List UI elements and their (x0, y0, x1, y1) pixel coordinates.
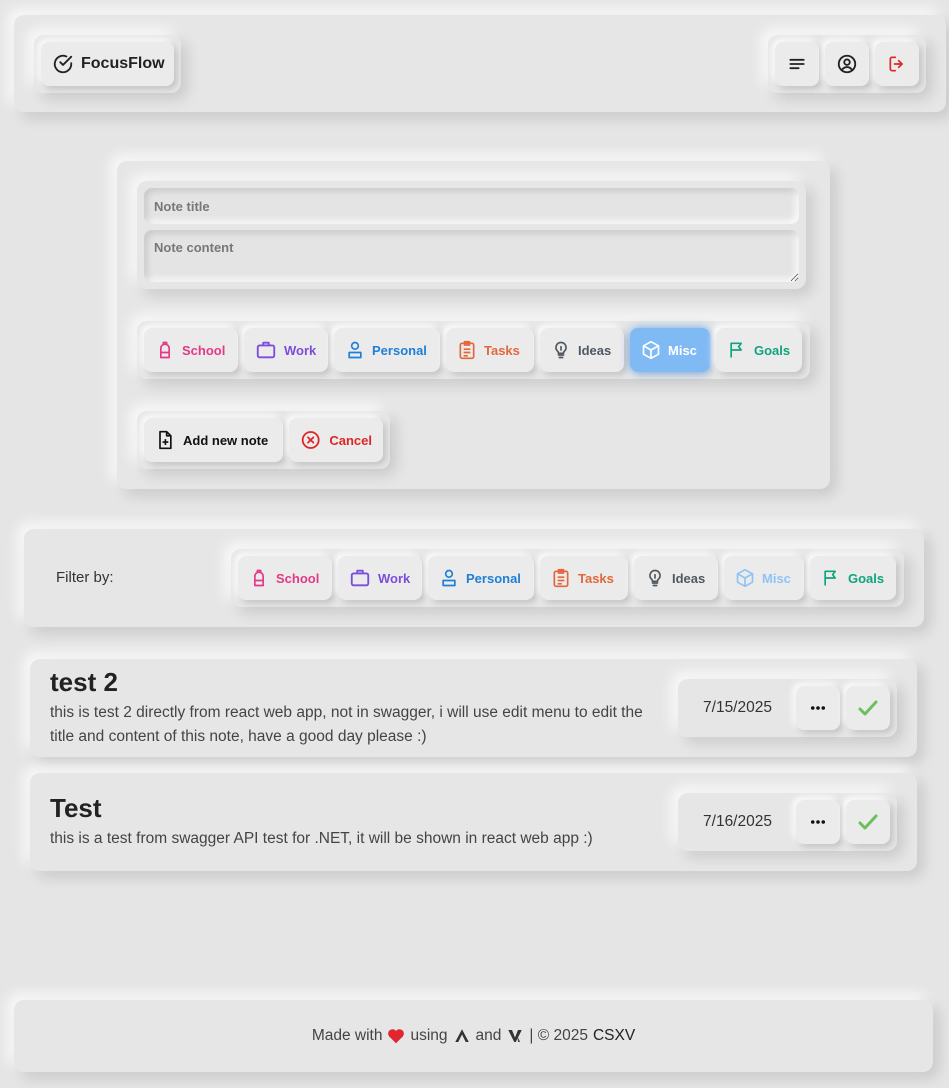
category-tasks-button[interactable]: Tasks (446, 328, 534, 372)
cancel-label: Cancel (329, 432, 372, 448)
backpack-icon (254, 569, 264, 587)
briefcase-icon (256, 341, 276, 359)
note-title: Test (50, 793, 102, 823)
check-icon (858, 814, 878, 830)
note-title-input[interactable] (144, 188, 799, 224)
note-more-button[interactable] (796, 686, 840, 730)
filter-label-text: Ideas (672, 570, 706, 586)
note-fields (137, 181, 806, 289)
flag-icon (730, 342, 742, 358)
filter-label-text: Work (378, 570, 411, 586)
lightbulb-icon (555, 341, 567, 359)
filter-label-text: School (276, 570, 320, 586)
cube-icon (642, 340, 660, 360)
profile-button[interactable] (825, 42, 869, 86)
menu-icon (789, 58, 805, 70)
footer-author-link[interactable]: CSXV (593, 1027, 635, 1045)
clipboard-icon (459, 340, 475, 360)
briefcase-icon (350, 569, 370, 587)
note-content: this is test 2 directly from react web a… (50, 704, 643, 745)
category-school-button[interactable]: School (144, 328, 238, 372)
category-selector: School Work Personal Tasks Ideas Misc Go… (137, 321, 810, 379)
vite-logo-icon[interactable] (506, 1027, 524, 1045)
filter-work-button[interactable]: Work (338, 556, 422, 600)
lightbulb-icon (649, 569, 661, 587)
note-more-button[interactable] (796, 800, 840, 844)
react-logo-icon[interactable] (453, 1027, 471, 1045)
cube-icon (736, 568, 754, 588)
category-goals-button[interactable]: Goals (716, 328, 802, 372)
nav-actions (768, 35, 926, 93)
filter-misc-button[interactable]: Misc (724, 556, 804, 600)
filter-school-button[interactable]: School (238, 556, 332, 600)
cancel-button[interactable]: Cancel (289, 418, 383, 462)
filter-goals-button[interactable]: Goals (810, 556, 896, 600)
category-misc-button[interactable]: Misc (630, 328, 710, 372)
footer-and: and (475, 1027, 502, 1044)
note-complete-button[interactable] (846, 686, 890, 730)
category-label: School (182, 342, 226, 358)
filter-label-text: Goals (848, 570, 885, 586)
logout-button[interactable] (875, 42, 919, 86)
filter-label-text: Personal (466, 570, 521, 586)
note-content-input[interactable] (144, 230, 799, 282)
footer-using: using (410, 1027, 448, 1044)
filter-label: Filter by: (56, 569, 114, 586)
category-label: Goals (754, 342, 791, 358)
filter-ideas-button[interactable]: Ideas (634, 556, 718, 600)
more-horizontal-icon (810, 820, 826, 824)
footer-copyright: | © 2025 (529, 1027, 588, 1044)
check-icon (858, 700, 878, 716)
heart-icon (388, 1029, 405, 1044)
note-date: 7/16/2025 (703, 813, 772, 830)
logout-icon (889, 56, 903, 72)
menu-button[interactable] (775, 42, 819, 86)
note-card: test 2 this is test 2 directly from reac… (30, 659, 917, 757)
note-title: test 2 (50, 667, 118, 697)
filter-label-text: Tasks (578, 570, 614, 586)
file-plus-icon (159, 430, 172, 450)
note-actions: Add new note Cancel (137, 411, 390, 469)
category-label: Work (284, 342, 317, 358)
note-content: this is a test from swagger API test for… (50, 830, 593, 847)
note-card: Test this is a test from swagger API tes… (30, 773, 917, 871)
backpack-icon (160, 341, 170, 359)
note-complete-button[interactable] (846, 800, 890, 844)
category-label: Tasks (484, 342, 520, 358)
flag-icon (824, 570, 836, 586)
brand-container: FocusFlow (34, 35, 181, 93)
footer-made-with: Made with (311, 1027, 383, 1044)
filter-label-text: Misc (762, 570, 791, 586)
check-circle-icon (53, 54, 73, 74)
note-editor: School Work Personal Tasks Ideas Misc Go… (117, 161, 830, 489)
category-personal-button[interactable]: Personal (334, 328, 440, 372)
note-meta: 7/15/2025 (678, 679, 897, 737)
close-circle-icon (301, 431, 320, 449)
category-label: Ideas (578, 342, 612, 358)
person-icon (348, 341, 362, 359)
person-icon (442, 569, 456, 587)
note-meta: 7/16/2025 (678, 793, 897, 851)
brand-name: FocusFlow (81, 55, 165, 72)
category-label: Personal (372, 342, 427, 358)
add-note-label: Add new note (183, 432, 269, 448)
filter-personal-button[interactable]: Personal (428, 556, 534, 600)
brand-logo-button[interactable]: FocusFlow (41, 42, 174, 86)
footer: Made with using and | © 2025 CSXV (14, 1000, 933, 1072)
category-label: Misc (668, 342, 697, 358)
filter-categories: School Work Personal Tasks Ideas Misc Go… (231, 549, 904, 607)
top-navbar: FocusFlow (14, 15, 946, 112)
note-date: 7/15/2025 (703, 699, 772, 716)
clipboard-icon (553, 568, 569, 588)
filter-bar: Filter by: School Work Personal Tasks Id… (24, 529, 924, 627)
filter-tasks-button[interactable]: Tasks (540, 556, 628, 600)
add-note-button[interactable]: Add new note (144, 418, 283, 462)
category-work-button[interactable]: Work (244, 328, 328, 372)
category-ideas-button[interactable]: Ideas (540, 328, 624, 372)
more-horizontal-icon (810, 706, 826, 710)
user-icon (837, 54, 857, 74)
